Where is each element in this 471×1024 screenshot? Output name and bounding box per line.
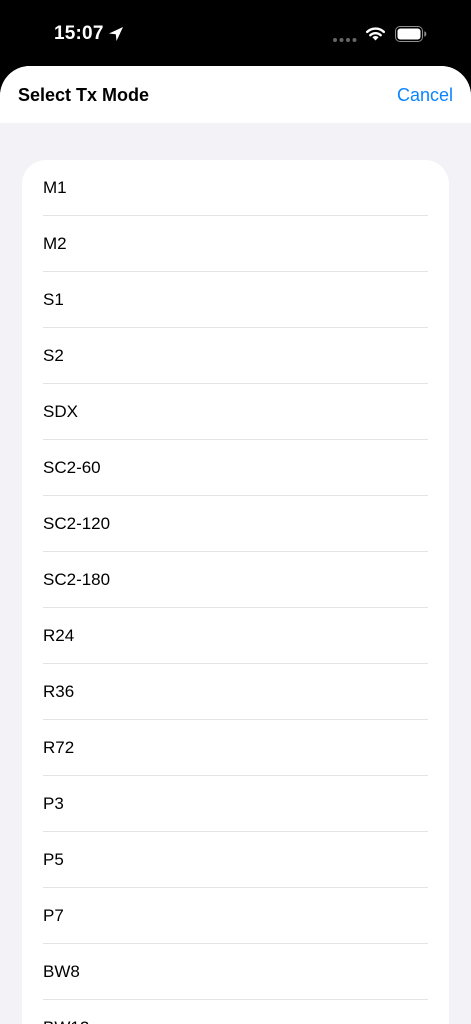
list-item-label: R24 (43, 626, 75, 645)
page-title: Select Tx Mode (18, 85, 150, 105)
list-item[interactable]: S2 (22, 328, 449, 384)
tx-mode-list: M1 M2 S1 S2 SDX SC2-60 SC2-120 SC2-180 R24 R36 R72… (22, 160, 449, 1024)
list-item-label: SDX (43, 402, 78, 421)
list-item[interactable]: SC2-120 (22, 496, 449, 552)
list-item-label: P7 (43, 906, 64, 925)
cellular-signal-icon (333, 38, 357, 42)
list-item-label: P3 (43, 794, 64, 813)
list-item-label: S2 (43, 346, 64, 365)
list-item[interactable]: R36 (22, 664, 449, 720)
cancel-button[interactable]: Cancel (397, 85, 453, 106)
list-item-label: SC2-120 (43, 514, 111, 533)
list-item-label: BW8 (43, 962, 80, 981)
list-item-label: SC2-180 (43, 570, 111, 589)
list-item[interactable]: M2 (22, 216, 449, 272)
list-item[interactable]: R72 (22, 720, 449, 776)
list-item-label: P5 (43, 850, 64, 869)
location-arrow-icon (109, 27, 123, 41)
list-item-label: SC2-60 (43, 458, 101, 477)
list-item[interactable]: M1 (22, 160, 449, 216)
list-item-label: M1 (43, 178, 67, 197)
sheet-header: Select Tx Mode Cancel (0, 66, 471, 123)
list-item[interactable]: SC2-60 (22, 440, 449, 496)
battery-icon (395, 26, 427, 42)
status-time: 15:07 (54, 23, 104, 44)
list-item[interactable]: P3 (22, 776, 449, 832)
list-item[interactable]: BW8 (22, 944, 449, 1000)
list-item[interactable]: P7 (22, 888, 449, 944)
list-item[interactable]: BW12 (22, 1000, 449, 1024)
wifi-icon (366, 27, 385, 41)
list-item[interactable]: P5 (22, 832, 449, 888)
list-item[interactable]: S1 (22, 272, 449, 328)
list-item[interactable]: SDX (22, 384, 449, 440)
list-item-label: M2 (43, 234, 67, 253)
list-item[interactable]: SC2-180 (22, 552, 449, 608)
list-item-label: BW12 (43, 1018, 89, 1024)
list-item-label: R36 (43, 682, 75, 701)
status-bar: 15:07 (0, 0, 471, 66)
list-item-label: S1 (43, 290, 64, 309)
list-item-label: R72 (43, 738, 75, 757)
modal-sheet: Select Tx Mode Cancel M1 M2 S1 S2 SDX SC2-60 S… (0, 66, 471, 1024)
screen: 15:07 Select Tx Mode Cancel M1 M2 S1 S2 SDX S… (0, 0, 471, 1024)
list-item[interactable]: R24 (22, 608, 449, 664)
